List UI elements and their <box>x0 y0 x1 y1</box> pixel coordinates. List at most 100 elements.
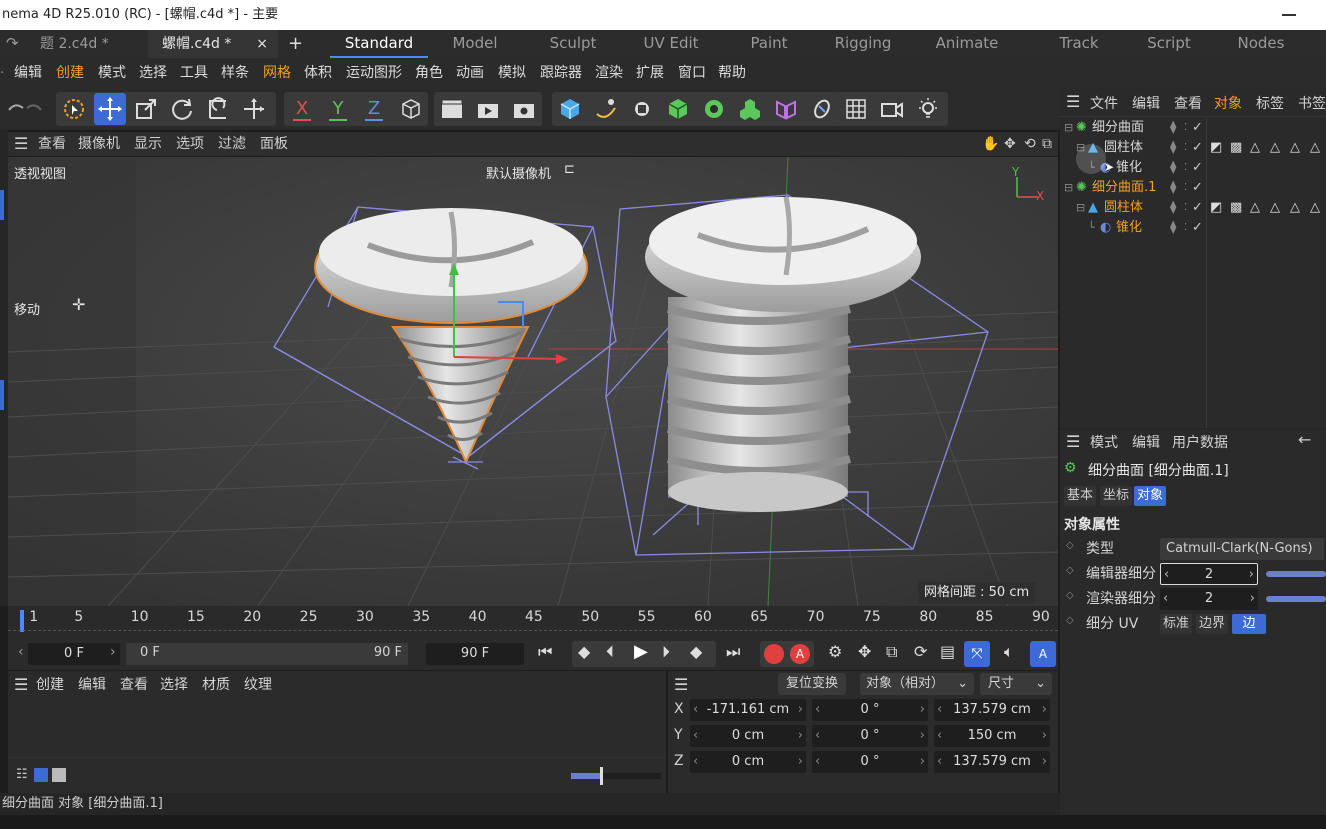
keyframe-diamond-icon[interactable]: ◇ <box>1066 565 1074 576</box>
attr-tab[interactable]: 对象 <box>1134 486 1167 506</box>
attr-tab[interactable]: 基本 <box>1064 486 1097 506</box>
layout-tab[interactable]: Animate <box>924 30 1010 58</box>
om-menu-item[interactable]: 查看 <box>1174 93 1202 113</box>
large-view-icon[interactable] <box>52 768 66 782</box>
attr-menu-item[interactable]: 用户数据 <box>1172 432 1228 452</box>
selection-tag-icon[interactable]: △ <box>1290 138 1300 158</box>
environment-icon[interactable] <box>806 93 838 125</box>
enabled-check-icon[interactable]: ✓ <box>1192 178 1203 198</box>
decrement-icon[interactable]: ‹ <box>815 699 820 721</box>
keyframe-settings-icon[interactable]: ⚙ <box>828 642 842 661</box>
viewport-menu-item[interactable]: 过滤 <box>218 132 246 156</box>
texture-tag-icon[interactable]: ▩ <box>1230 198 1242 218</box>
increment-icon[interactable]: › <box>798 699 803 721</box>
scale-key-icon[interactable]: ⧉ <box>886 642 897 662</box>
menu-item[interactable]: 帮助 <box>718 58 746 88</box>
subdivision-icon[interactable] <box>662 93 694 125</box>
menu-item[interactable]: 体积 <box>304 58 332 88</box>
object-row[interactable]: └ ◐ 锥化 ⧫ ⁚ ✓ <box>1060 218 1326 238</box>
selection-tag-icon[interactable]: △ <box>1270 138 1280 158</box>
material-menu-item[interactable]: 纹理 <box>244 674 272 694</box>
selection-tag-icon[interactable]: △ <box>1270 198 1280 218</box>
object-name[interactable]: 圆柱体 <box>1104 138 1143 158</box>
timeline-ruler[interactable]: 1 5 10 15 20 25 30 35 40 45 50 55 60 65 70 75 80 85 90 <box>8 606 1058 638</box>
material-menu-item[interactable]: 查看 <box>120 674 148 694</box>
hamburger-icon[interactable]: ☰ <box>14 675 28 694</box>
enabled-check-icon[interactable]: ✓ <box>1192 138 1203 158</box>
minimize-icon[interactable] <box>1282 14 1296 16</box>
list-view-icon[interactable]: ☷ <box>16 767 28 782</box>
coord-pos-field[interactable]: ‹ -171.161 cm › <box>690 699 806 721</box>
selection-tag-icon[interactable]: △ <box>1310 138 1320 158</box>
layout-tab[interactable]: Track <box>1036 30 1122 58</box>
menu-item[interactable]: 动画 <box>456 58 484 88</box>
object-name[interactable]: 细分曲面 <box>1092 118 1144 138</box>
object-row[interactable]: ⊟ ✺ 细分曲面 ⧫ ⁚ ✓ <box>1060 118 1326 138</box>
menu-item[interactable]: 网格 <box>263 58 291 88</box>
decrement-icon[interactable]: ‹ <box>693 725 698 747</box>
increment-icon[interactable]: › <box>920 725 925 747</box>
autokey-icon[interactable]: A <box>790 644 810 664</box>
perspective-viewport[interactable]: 透视视图 默认摄像机 ⊏ 移动 ✛ X Y 网格间距 : 50 cm <box>8 157 1058 606</box>
menu-item[interactable]: 运动图形 <box>346 58 402 88</box>
selection-tag-icon[interactable]: △ <box>1250 198 1260 218</box>
prev-frame-icon[interactable]: ⏴ <box>606 642 614 662</box>
object-row[interactable]: ⊟ ▲ 圆柱体 ⧫ ⁚ ✓ ◩ ▩ △ △ △ △ <box>1060 198 1326 218</box>
back-arrow-icon[interactable]: ← <box>1298 430 1311 449</box>
layer-icon[interactable]: ⧫ <box>1170 158 1176 178</box>
layer-icon[interactable]: ⧫ <box>1170 218 1176 238</box>
active-camera-label[interactable]: 默认摄像机 <box>486 163 551 182</box>
coord-size-field[interactable]: ‹ 150 cm › <box>934 725 1050 747</box>
expand-icon[interactable]: ⊟ <box>1076 198 1085 218</box>
layout-tab[interactable]: Standard <box>330 30 428 58</box>
menu-item[interactable]: 扩展 <box>636 58 664 88</box>
sound-icon[interactable]: 🔈︎ <box>1004 642 1014 662</box>
subdivision-level-field[interactable]: ‹ 2 › <box>1160 588 1258 610</box>
keyframe-diamond-icon[interactable]: ◇ <box>1066 615 1074 626</box>
layout-tab[interactable]: Script <box>1126 30 1212 58</box>
visibility-dots-icon[interactable]: ⁚ <box>1184 138 1187 158</box>
viewport-menu-item[interactable]: 查看 <box>38 132 66 156</box>
light-icon[interactable] <box>912 93 944 125</box>
coord-rot-field[interactable]: ‹ 0 ° › <box>812 699 928 721</box>
menu-item[interactable]: 模拟 <box>498 58 526 88</box>
attr-menu-item[interactable]: 编辑 <box>1132 432 1160 452</box>
scale-tool-icon[interactable] <box>130 93 162 125</box>
viewport-menu-item[interactable]: 面板 <box>260 132 288 156</box>
spline-pen-icon[interactable] <box>590 93 622 125</box>
layout-tab[interactable]: Nodes <box>1218 30 1304 58</box>
move-tool-icon[interactable] <box>94 93 126 125</box>
camera-icon[interactable] <box>876 93 908 125</box>
material-menu-item[interactable]: 创建 <box>36 674 64 694</box>
viewport-menu-item[interactable]: 选项 <box>176 132 204 156</box>
enabled-check-icon[interactable]: ✓ <box>1192 118 1203 138</box>
layer-icon[interactable]: ⧫ <box>1170 138 1176 158</box>
object-name[interactable]: 锥化 <box>1116 218 1142 238</box>
floor-grid-icon[interactable] <box>840 93 872 125</box>
expand-icon[interactable]: └ <box>1088 218 1095 238</box>
increment-icon[interactable]: › <box>1249 564 1254 586</box>
viewport-menu-item[interactable]: 显示 <box>134 132 162 156</box>
cube-icon[interactable] <box>554 93 586 125</box>
coord-size-field[interactable]: ‹ 137.579 cm › <box>934 751 1050 773</box>
menu-item[interactable]: 编辑 <box>14 58 42 88</box>
subdivision-uv-option[interactable]: 标准 <box>1160 614 1193 634</box>
keyframe-diamond-icon[interactable]: ◇ <box>1066 540 1074 551</box>
decrement-icon[interactable]: ‹ <box>693 699 698 721</box>
subdivision-uv-option[interactable]: 边界 <box>1196 614 1229 634</box>
go-to-end-icon[interactable]: ⏭ <box>726 642 740 662</box>
visibility-dots-icon[interactable]: ⁚ <box>1184 218 1187 238</box>
layout-tab[interactable]: Paint <box>726 30 812 58</box>
go-to-start-icon[interactable]: ⏮ <box>538 642 552 662</box>
doc-tab-2[interactable]: 螺帽.c4d * × <box>148 30 278 58</box>
visibility-dots-icon[interactable]: ⁚ <box>1184 198 1187 218</box>
point-level-animation-icon[interactable]: ⤧ <box>964 641 990 667</box>
menu-item[interactable]: 跟踪器 <box>540 58 582 88</box>
zoom-slider-track[interactable] <box>571 767 661 785</box>
hamburger-icon[interactable]: ☰ <box>14 132 28 156</box>
menu-item[interactable]: 样条 <box>221 58 249 88</box>
om-menu-item[interactable]: 编辑 <box>1132 93 1160 113</box>
layer-icon[interactable]: ⧫ <box>1170 198 1176 218</box>
playhead[interactable] <box>20 610 24 632</box>
phong-tag-icon[interactable]: ◩ <box>1210 138 1222 158</box>
